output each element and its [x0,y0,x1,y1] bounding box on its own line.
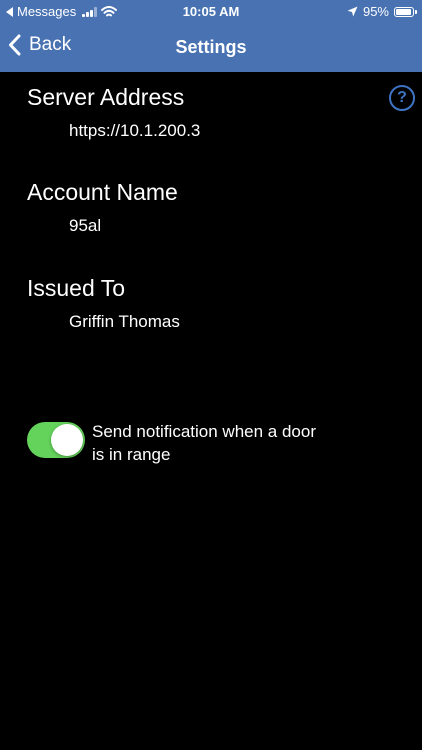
toggle-knob[interactable] [51,424,83,456]
settings-screen: Messages 10:05 AM 95% Back Settings Serv… [0,0,422,750]
navigation-bar: Back Settings [0,24,422,72]
battery-fill [396,8,412,15]
account-name-value: 95al [69,216,102,235]
notification-toggle-label: Send notification when a door is in rang… [92,422,316,464]
battery-icon [394,6,417,17]
server-address-label: Server Address [27,84,185,110]
status-right: 95% [347,4,417,19]
issued-to-label: Issued To [27,275,126,301]
status-bar: Messages 10:05 AM 95% [0,0,422,24]
location-arrow-icon [347,6,358,17]
help-icon[interactable]: ? [389,85,415,111]
server-address-value: https://10.1.200.3 [69,121,201,140]
notification-toggle[interactable] [27,422,85,458]
page-title: Settings [175,37,247,57]
top-bar: Messages 10:05 AM 95% Back Settings [0,0,422,72]
account-name-label: Account Name [27,179,178,205]
battery-percent: 95% [362,4,389,19]
issued-to-value: Griffin Thomas [69,312,180,331]
